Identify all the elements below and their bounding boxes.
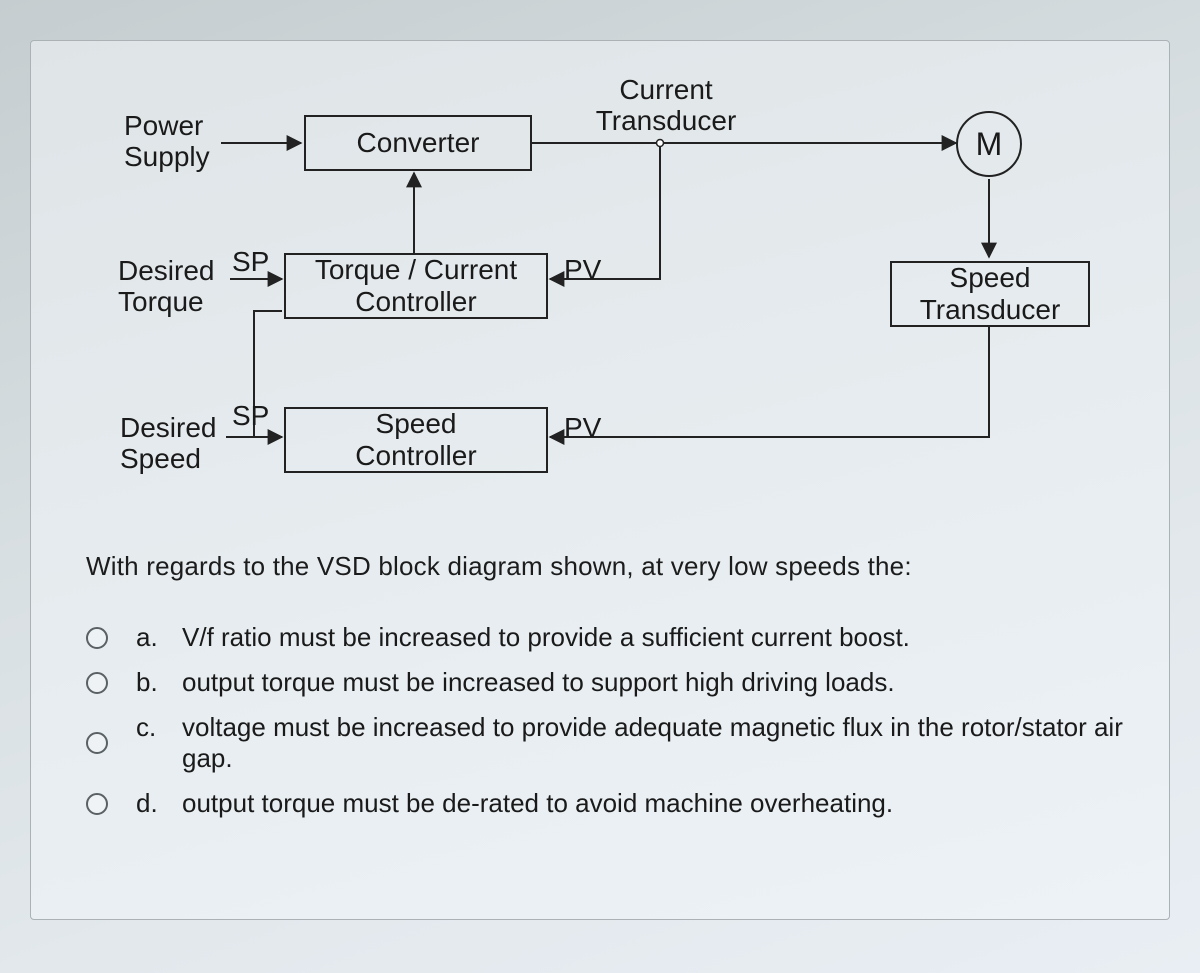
label-pv1: PV (564, 255, 601, 286)
block-motor: M (956, 111, 1022, 177)
option-b[interactable]: b. output torque must be increased to su… (86, 667, 1134, 698)
text-power-supply: Power Supply (124, 110, 210, 172)
radio-icon[interactable] (86, 672, 108, 694)
label-desired-torque: Desired Torque (118, 256, 214, 318)
option-letter: d. (136, 788, 160, 819)
question-text: With regards to the VSD block diagram sh… (86, 551, 1134, 582)
option-a[interactable]: a. V/f ratio must be increased to provid… (86, 622, 1134, 653)
block-speed-controller: Speed Controller (284, 407, 548, 473)
label-sp2: SP (232, 401, 269, 432)
label-current-transducer: Current Transducer (586, 75, 746, 137)
option-d[interactable]: d. output torque must be de-rated to avo… (86, 788, 1134, 819)
label-desired-speed: Desired Speed (120, 413, 216, 475)
question-card: Power Supply Converter Current Transduce… (30, 40, 1170, 920)
text-desired-torque: Desired Torque (118, 255, 214, 317)
radio-icon[interactable] (86, 732, 108, 754)
option-letter: b. (136, 667, 160, 698)
label-pv2: PV (564, 413, 601, 444)
text-motor: M (976, 126, 1003, 163)
option-text: output torque must be increased to suppo… (182, 667, 895, 698)
label-power-supply: Power Supply (124, 111, 210, 173)
option-letter: a. (136, 622, 160, 653)
text-sp1: SP (232, 246, 269, 277)
text-current-transducer: Current Transducer (596, 74, 737, 136)
option-text: V/f ratio must be increased to provide a… (182, 622, 910, 653)
block-converter: Converter (304, 115, 532, 171)
text-torque-controller: Torque / Current Controller (286, 254, 546, 318)
option-c[interactable]: c. voltage must be increased to provide … (86, 712, 1134, 774)
text-pv1: PV (564, 254, 601, 285)
text-sp2: SP (232, 400, 269, 431)
text-desired-speed: Desired Speed (120, 412, 216, 474)
block-speed-transducer: Speed Transducer (890, 261, 1090, 327)
radio-icon[interactable] (86, 793, 108, 815)
vsd-block-diagram: Power Supply Converter Current Transduce… (86, 81, 1136, 521)
option-letter: c. (136, 712, 160, 743)
label-sp1: SP (232, 247, 269, 278)
options-list: a. V/f ratio must be increased to provid… (86, 622, 1134, 819)
block-torque-controller: Torque / Current Controller (284, 253, 548, 319)
text-converter: Converter (306, 127, 530, 159)
option-text: voltage must be increased to provide ade… (182, 712, 1134, 774)
text-pv2: PV (564, 412, 601, 443)
radio-icon[interactable] (86, 627, 108, 649)
option-text: output torque must be de-rated to avoid … (182, 788, 893, 819)
question-text-content: With regards to the VSD block diagram sh… (86, 551, 912, 581)
text-speed-controller: Speed Controller (286, 408, 546, 472)
text-speed-transducer: Speed Transducer (892, 262, 1088, 326)
